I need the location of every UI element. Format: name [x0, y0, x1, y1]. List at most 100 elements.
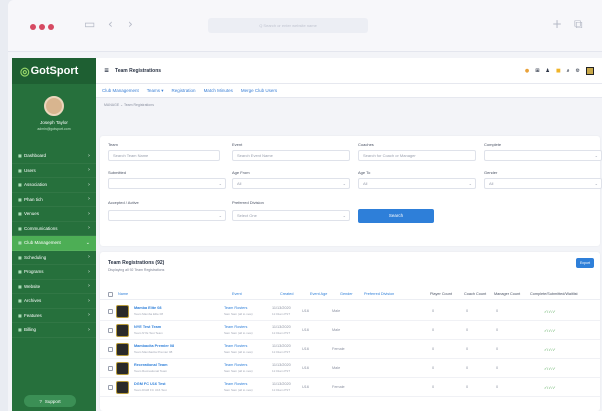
notification-icon[interactable]: ■ — [556, 68, 561, 74]
event-link[interactable]: Team Rosters — [224, 306, 247, 310]
settings-icon[interactable]: ⚙ — [576, 68, 580, 74]
team-name-link[interactable]: Recreational Team — [134, 363, 167, 367]
team-search-input[interactable]: Search Team Name — [108, 150, 220, 161]
subnav-item[interactable]: Match Minutes — [204, 88, 233, 93]
sidebar-item-label: Features — [24, 312, 42, 318]
grid-icon[interactable]: ⊞ — [535, 68, 539, 74]
row-checkbox[interactable] — [108, 385, 113, 390]
coaches-search-input[interactable]: Search for Coach or Manager — [358, 150, 476, 161]
event-age: U16 — [302, 328, 309, 332]
maximize-dot[interactable] — [48, 24, 54, 30]
search-button[interactable]: Search — [358, 209, 434, 223]
row-checkbox[interactable] — [108, 347, 113, 352]
menu-icon[interactable]: ≡ — [104, 67, 109, 74]
help-icon[interactable]: ● — [525, 68, 529, 74]
table-row[interactable]: Mamba Elite 08 Team Mamba Elite 08 Team Ro… — [100, 302, 600, 321]
team-name-link[interactable]: Mamba Elite 08 — [134, 306, 161, 310]
chevron-icon: › — [88, 167, 90, 174]
sidebar-item-archives[interactable]: ■ Archives › — [12, 294, 96, 309]
column-header[interactable]: Player Count — [430, 292, 452, 296]
subnav-item[interactable]: Teams ▾ — [147, 88, 164, 94]
sidebar-item-venues[interactable]: ■ Venues › — [12, 207, 96, 222]
event-link[interactable]: Team Rosters — [224, 325, 247, 329]
minimize-dot[interactable] — [39, 24, 45, 30]
event-link[interactable]: Team Rosters — [224, 382, 247, 386]
column-header[interactable]: Event — [232, 292, 242, 296]
table-row[interactable]: Mambacita Premier 08 Team Mambacita Premi… — [100, 340, 600, 359]
manager-count: 0 — [496, 328, 499, 332]
chevron-icon: › — [88, 326, 90, 333]
complete-select[interactable]: ⌄ — [484, 150, 602, 161]
table-row[interactable]: DGM FC U16 Test Team DGM FC U16 Test Team … — [100, 378, 600, 397]
team-label: Team — [108, 142, 118, 147]
close-dot[interactable] — [30, 24, 36, 30]
player-count: 0 — [432, 385, 435, 389]
gender-value: Male — [332, 328, 341, 332]
column-header[interactable]: Coach Count — [464, 292, 486, 296]
event-link[interactable]: Team Rosters — [224, 363, 247, 367]
person-icon[interactable]: ♟ — [545, 68, 549, 74]
table-row[interactable]: Recreational Team Team Recreational Team T… — [100, 359, 600, 378]
column-header[interactable]: Complete/Submitted/Waitlist — [530, 292, 578, 296]
sidebar-item-programs[interactable]: ■ Programs › — [12, 265, 96, 280]
gotsport-logo[interactable]: ◎ GotSport — [12, 58, 96, 84]
row-checkbox[interactable] — [108, 328, 113, 333]
new-tab-icon[interactable]: + — [552, 17, 562, 31]
sidebar: ◎ GotSport Joseph Taylor admin@gotsport.c… — [12, 58, 96, 411]
breadcrumb: MANAGE ⌄ Team Registrations — [104, 103, 154, 107]
sidebar-item-communications[interactable]: ■ Communications › — [12, 222, 96, 236]
column-header[interactable]: Preferred Division — [364, 292, 394, 296]
subnav-item[interactable]: Club Management — [102, 88, 139, 93]
support-button[interactable]: ? Support — [24, 395, 76, 407]
column-header[interactable]: Created — [280, 292, 294, 296]
sidebar-item-association[interactable]: ■ Association › — [12, 178, 96, 193]
event-search-input[interactable]: Search Event Name — [232, 150, 350, 161]
sidebar-item-users[interactable]: ■ Users › — [12, 164, 96, 178]
sidebar-item-label: Venues — [24, 211, 40, 217]
column-header[interactable]: Manager Count — [494, 292, 520, 296]
subnav-item[interactable]: Merge Club Users — [241, 88, 277, 93]
search-icon[interactable]: ⌕ — [567, 68, 570, 74]
url-bar[interactable]: Q Search or enter website name — [208, 18, 368, 33]
team-subtitle: Team Recreational Team — [134, 369, 168, 373]
user-email: admin@gotsport.com — [37, 127, 71, 131]
row-checkbox[interactable] — [108, 309, 113, 314]
sidebar-item-phan-tich[interactable]: ■ Phan tich › — [12, 193, 96, 207]
chevron-down-icon: ⌄ — [218, 213, 222, 218]
team-name-link[interactable]: DGM FC U16 Test — [134, 382, 166, 386]
back-icon[interactable]: ‹ — [108, 17, 113, 31]
row-checkbox[interactable] — [108, 366, 113, 371]
club-badge-icon[interactable] — [586, 67, 594, 75]
sidebar-item-features[interactable]: ■ Features › — [12, 309, 96, 323]
select-all-checkbox[interactable] — [108, 292, 113, 297]
team-name-link[interactable]: Mambacita Premier 08 — [134, 344, 174, 348]
created-time: 11:01am PST — [272, 388, 291, 392]
division-select[interactable]: Select One ⌄ — [232, 210, 350, 221]
export-button[interactable]: Export — [576, 258, 594, 268]
tabs-overview-icon[interactable]: ⧉ — [574, 17, 583, 32]
gender-select[interactable]: All ⌄ — [484, 178, 602, 189]
sidebar-item-club-management[interactable]: ■ Club Management ⌄ — [12, 236, 96, 251]
accepted-select[interactable]: ⌄ — [108, 210, 226, 221]
table-row[interactable]: NYE Test Team Team NYE Test Team Team Rost… — [100, 321, 600, 340]
team-logo — [116, 324, 129, 337]
submitted-select[interactable]: ⌄ — [108, 178, 226, 189]
team-logo — [116, 381, 129, 394]
created-date: 11/13/2020 — [272, 363, 291, 367]
sidebar-item-dashboard[interactable]: ■ Dashboard › — [12, 149, 96, 164]
chevron-icon: › — [88, 181, 90, 188]
age-from-select[interactable]: All ⌄ — [232, 178, 350, 189]
column-header[interactable]: Gender — [340, 292, 353, 296]
age-to-select[interactable]: All ⌄ — [358, 178, 476, 189]
sidebar-toggle-icon[interactable]: ▭ — [84, 17, 95, 31]
avatar[interactable] — [44, 96, 64, 116]
sidebar-item-scheduling[interactable]: ■ Scheduling › — [12, 251, 96, 265]
forward-icon[interactable]: › — [128, 17, 133, 31]
column-header[interactable]: Name — [118, 292, 128, 296]
event-link[interactable]: Team Rosters — [224, 344, 247, 348]
subnav-item[interactable]: Registration — [172, 88, 196, 93]
sidebar-item-billing[interactable]: ■ Billing › — [12, 323, 96, 338]
team-name-link[interactable]: NYE Test Team — [134, 325, 161, 329]
column-header[interactable]: Event Age — [310, 292, 327, 296]
sidebar-item-website[interactable]: ■ Website › — [12, 280, 96, 294]
